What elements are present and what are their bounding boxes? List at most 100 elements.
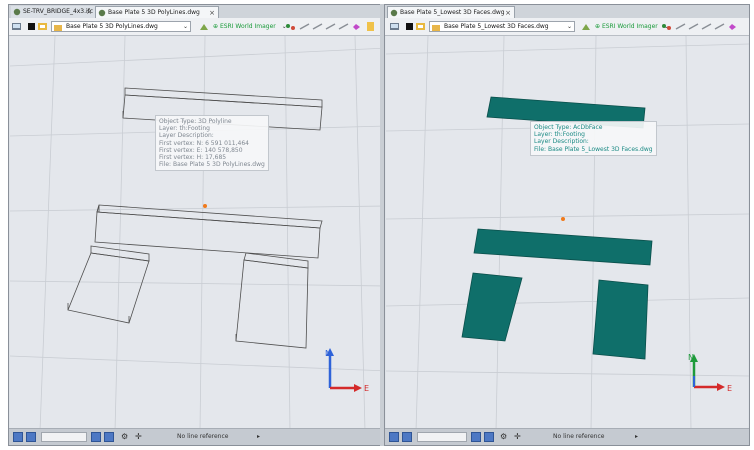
globe-icon: ⊕ bbox=[213, 23, 219, 30]
chevron-down-icon: ⌄ bbox=[182, 23, 188, 30]
pick-object-icon[interactable] bbox=[727, 21, 738, 32]
file-select-dropdown[interactable]: Base Plate 5 3D PolyLines.dwg ⌄ bbox=[51, 21, 191, 32]
properties-icon[interactable] bbox=[365, 21, 376, 32]
layers-icon[interactable] bbox=[37, 21, 48, 32]
right-document-pane: Base Plate 5_Lowest 3D Faces.dwg × Base … bbox=[384, 4, 750, 446]
polyline-left-pad[interactable] bbox=[67, 245, 150, 324]
nav-first-button[interactable] bbox=[389, 432, 399, 442]
file-select-value: Base Plate 5 3D PolyLines.dwg bbox=[66, 23, 158, 30]
view-settings-icon[interactable] bbox=[389, 21, 400, 32]
face-middle-beam[interactable] bbox=[473, 228, 653, 266]
right-3d-viewport[interactable]: N E Object Type: AcDbFace Layer: th:Foot… bbox=[386, 36, 749, 431]
ground-grid bbox=[386, 36, 749, 431]
measure-icon[interactable] bbox=[299, 21, 310, 32]
tooltip-line: First vertex: E: 140 578,850 bbox=[159, 146, 243, 154]
measure-icon[interactable] bbox=[675, 21, 686, 32]
nav-next-button[interactable] bbox=[91, 432, 101, 442]
file-icon bbox=[390, 9, 398, 17]
crosshair-icon[interactable]: ✛ bbox=[514, 432, 521, 442]
nav-first-button[interactable] bbox=[13, 432, 23, 442]
tab-base-plate-polylines[interactable]: Base Plate 5 3D PolyLines.dwg × bbox=[95, 6, 219, 18]
tooltip-line: Object Type: 3D Polyline bbox=[159, 118, 232, 125]
imagery-label: ESRI World Imager bbox=[219, 23, 276, 30]
chevron-down-icon: ⌄ bbox=[566, 23, 572, 30]
crosshair-icon[interactable]: ✛ bbox=[135, 432, 142, 442]
snap-icon[interactable] bbox=[661, 21, 672, 32]
axis-gizmo: N E bbox=[325, 348, 369, 393]
polyline-right-pad[interactable] bbox=[235, 252, 309, 349]
center-marker bbox=[203, 204, 207, 208]
layers-icon[interactable] bbox=[415, 21, 426, 32]
tab-se-trv-bridge[interactable]: SE-TRV_BRIDGE_4x3.ifc × bbox=[11, 6, 95, 18]
left-document-pane: SE-TRV_BRIDGE_4x3.ifc × Base Plate 5 3D … bbox=[8, 4, 388, 446]
folder-icon bbox=[54, 25, 62, 31]
tool-icon[interactable] bbox=[199, 21, 210, 32]
left-status-bar: ⚙ ✛ No line reference ▸ bbox=[9, 428, 387, 445]
nav-prev-button[interactable] bbox=[26, 432, 36, 442]
color-swatch-icon[interactable] bbox=[404, 21, 415, 32]
axis-east-label: E bbox=[364, 384, 369, 393]
station-input[interactable] bbox=[417, 432, 467, 442]
gear-icon[interactable]: ⚙ bbox=[500, 432, 507, 442]
tooltip-line: Layer: th:Footing bbox=[159, 125, 210, 133]
right-tab-bar: Base Plate 5_Lowest 3D Faces.dwg × bbox=[385, 5, 749, 18]
axis-east-arrow bbox=[717, 383, 725, 391]
line-reference-status: No line reference bbox=[177, 433, 229, 440]
view-settings-icon[interactable] bbox=[11, 21, 22, 32]
polyline-scene: N E bbox=[10, 36, 387, 431]
measure-height-icon[interactable] bbox=[701, 21, 712, 32]
pick-object-icon[interactable] bbox=[351, 21, 362, 32]
tool-icon[interactable] bbox=[581, 21, 592, 32]
object-info-tooltip: Object Type: 3D Polyline Layer: th:Footi… bbox=[155, 115, 269, 172]
chevron-right-icon[interactable]: ▸ bbox=[635, 432, 638, 442]
face-right-pad[interactable] bbox=[592, 279, 649, 360]
globe-icon: ⊕ bbox=[595, 23, 601, 30]
right-toolbar: Base Plate 5_Lowest 3D Faces.dwg ⌄ ⊕ ESR… bbox=[385, 18, 749, 36]
measure-volume-icon[interactable] bbox=[338, 21, 349, 32]
measure-area-icon[interactable] bbox=[688, 21, 699, 32]
snap-icon[interactable] bbox=[285, 21, 296, 32]
tab-label: Base Plate 5 3D PolyLines.dwg bbox=[108, 9, 200, 16]
color-swatch-icon[interactable] bbox=[26, 21, 37, 32]
tooltip-line: Object Type: AcDbFace bbox=[534, 124, 603, 131]
tooltip-line: File: Base Plate 5_Lowest 3D Faces.dwg bbox=[534, 145, 653, 153]
object-info-tooltip: Object Type: AcDbFace Layer: th:Footing … bbox=[530, 121, 657, 156]
tooltip-line: First vertex: N: 6 591 011,464 bbox=[159, 139, 249, 147]
file-select-value: Base Plate 5_Lowest 3D Faces.dwg bbox=[444, 23, 549, 30]
axis-east-arrow bbox=[354, 384, 362, 392]
tooltip-line: First vertex: H: 17,685 bbox=[159, 154, 227, 162]
close-icon[interactable]: × bbox=[86, 6, 92, 18]
gear-icon[interactable]: ⚙ bbox=[121, 432, 128, 442]
folder-icon bbox=[432, 25, 440, 31]
imagery-label: ESRI World Imager bbox=[601, 23, 658, 30]
file-select-dropdown[interactable]: Base Plate 5_Lowest 3D Faces.dwg ⌄ bbox=[429, 21, 575, 32]
chevron-right-icon[interactable]: ▸ bbox=[257, 432, 260, 442]
right-status-bar: ⚙ ✛ No line reference ▸ bbox=[385, 428, 749, 445]
left-3d-viewport[interactable]: N E Object Type: 3D Polyline Layer: th:F… bbox=[10, 36, 387, 431]
tab-label: SE-TRV_BRIDGE_4x3.ifc bbox=[23, 8, 94, 15]
measure-height-icon[interactable] bbox=[325, 21, 336, 32]
measure-area-icon[interactable] bbox=[312, 21, 323, 32]
nav-last-button[interactable] bbox=[104, 432, 114, 442]
tab-base-plate-faces[interactable]: Base Plate 5_Lowest 3D Faces.dwg × bbox=[387, 6, 515, 18]
tooltip-line: Layer Description: bbox=[534, 138, 589, 146]
nav-last-button[interactable] bbox=[484, 432, 494, 442]
file-icon bbox=[13, 8, 21, 16]
axis-north-label: N bbox=[325, 349, 331, 358]
axis-east-label: E bbox=[727, 384, 732, 393]
ground-grid bbox=[10, 36, 387, 431]
face-left-pad[interactable] bbox=[461, 272, 523, 342]
imagery-dropdown[interactable]: ⊕ ESRI World Imager ⌄ bbox=[213, 21, 287, 32]
faces-scene: N E bbox=[386, 36, 749, 431]
left-tab-bar: SE-TRV_BRIDGE_4x3.ifc × Base Plate 5 3D … bbox=[9, 5, 387, 18]
tooltip-line: File: Base Plate 5 3D PolyLines.dwg bbox=[159, 161, 265, 169]
station-input[interactable] bbox=[41, 432, 87, 442]
file-icon bbox=[98, 9, 106, 17]
left-toolbar: Base Plate 5 3D PolyLines.dwg ⌄ ⊕ ESRI W… bbox=[9, 18, 387, 36]
measure-volume-icon[interactable] bbox=[714, 21, 725, 32]
nav-next-button[interactable] bbox=[471, 432, 481, 442]
line-reference-status: No line reference bbox=[553, 433, 605, 440]
imagery-dropdown[interactable]: ⊕ ESRI World Imager ⌄ bbox=[595, 21, 669, 32]
center-marker bbox=[561, 217, 565, 221]
nav-prev-button[interactable] bbox=[402, 432, 412, 442]
